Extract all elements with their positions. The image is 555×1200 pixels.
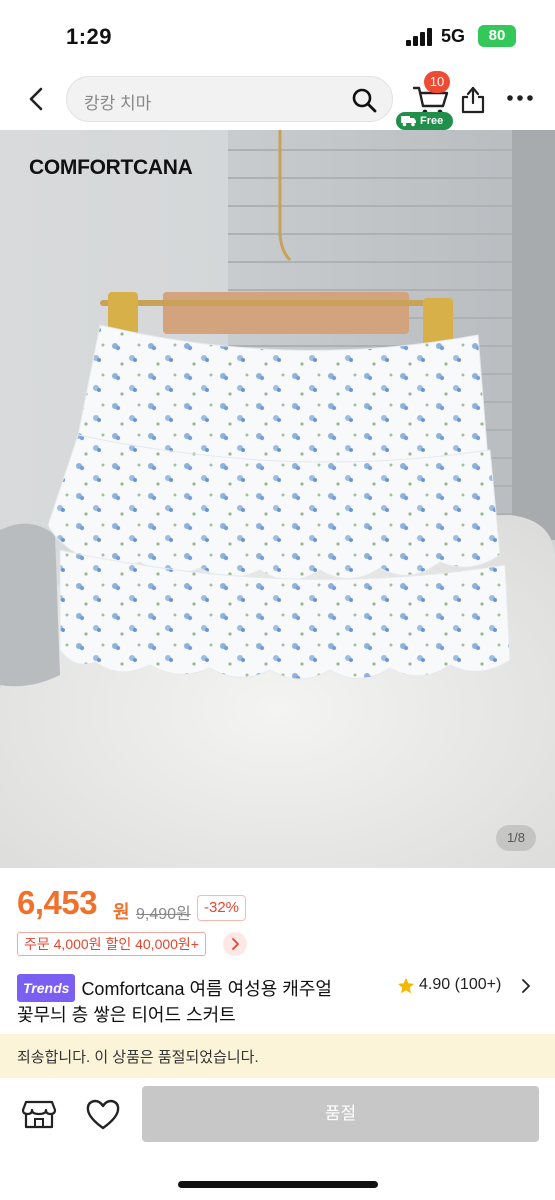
product-image-carousel[interactable]: COMFORTCANA 1/8 bbox=[0, 130, 555, 868]
bottom-action-bar: 품절 bbox=[0, 1078, 555, 1200]
search-header: 캉캉 치마 10 Free bbox=[0, 70, 555, 132]
cellular-signal-icon bbox=[406, 28, 434, 46]
star-icon bbox=[397, 977, 415, 994]
search-input[interactable]: 캉캉 치마 bbox=[66, 76, 393, 122]
rating-summary[interactable]: 4.90 (100+) bbox=[397, 974, 537, 998]
brand-logo-text: COMFORTCANA bbox=[29, 156, 193, 179]
battery-icon: 80 bbox=[478, 25, 516, 47]
truck-icon bbox=[401, 116, 416, 127]
product-photo-illustration bbox=[0, 130, 555, 868]
back-arrow-icon[interactable] bbox=[22, 84, 52, 114]
sold-out-button[interactable]: 품절 bbox=[142, 1086, 539, 1142]
search-icon[interactable] bbox=[350, 86, 378, 114]
battery-level: 80 bbox=[488, 27, 506, 44]
search-placeholder: 캉캉 치마 bbox=[84, 94, 152, 113]
heart-icon[interactable] bbox=[85, 1098, 121, 1132]
coupon-row[interactable]: 주문 4,000원 할인 40,000원+ bbox=[17, 932, 257, 956]
title-line-2: 꽃무늬 층 쌓은 티어드 스커트 bbox=[17, 1005, 236, 1025]
sold-out-notice-text: 죄송합니다. 이 상품은 품절되었습니다. bbox=[17, 1049, 259, 1066]
chevron-right-icon bbox=[522, 979, 530, 993]
title-line-1: Comfortcana 여름 여성용 캐주얼 bbox=[81, 979, 332, 999]
image-page-indicator: 1/8 bbox=[496, 825, 536, 851]
status-bar: 1:29 5G 80 bbox=[0, 0, 555, 70]
rating-value: 4.90 (100+) bbox=[419, 976, 502, 993]
status-time: 1:29 bbox=[66, 24, 113, 49]
sold-out-notice: 죄송합니다. 이 상품은 품절되었습니다. bbox=[0, 1034, 555, 1078]
discount-badge: -32% bbox=[197, 895, 247, 921]
chevron-right-icon[interactable] bbox=[223, 932, 247, 956]
sale-price: 6,453 bbox=[17, 884, 98, 921]
free-shipping-tag: Free bbox=[396, 112, 453, 130]
trends-badge: Trends bbox=[17, 974, 76, 1002]
more-options-icon[interactable] bbox=[506, 90, 534, 106]
product-title: Trends Comfortcana 여름 여성용 캐주얼 꽃무늬 층 쌓은 티어… bbox=[17, 974, 392, 1028]
free-label: Free bbox=[420, 115, 444, 127]
original-price: 9,490원 bbox=[136, 906, 191, 923]
price-row: 6,453 원 9,490원 -32% bbox=[17, 884, 537, 928]
coupon-tag[interactable]: 주문 4,000원 할인 40,000원+ bbox=[17, 932, 206, 956]
cart-count-badge: 10 bbox=[424, 71, 450, 93]
share-icon[interactable] bbox=[460, 84, 486, 114]
home-indicator bbox=[178, 1181, 378, 1188]
store-icon[interactable] bbox=[21, 1096, 57, 1132]
network-type: 5G bbox=[441, 26, 466, 46]
price-unit: 원 bbox=[113, 902, 130, 922]
